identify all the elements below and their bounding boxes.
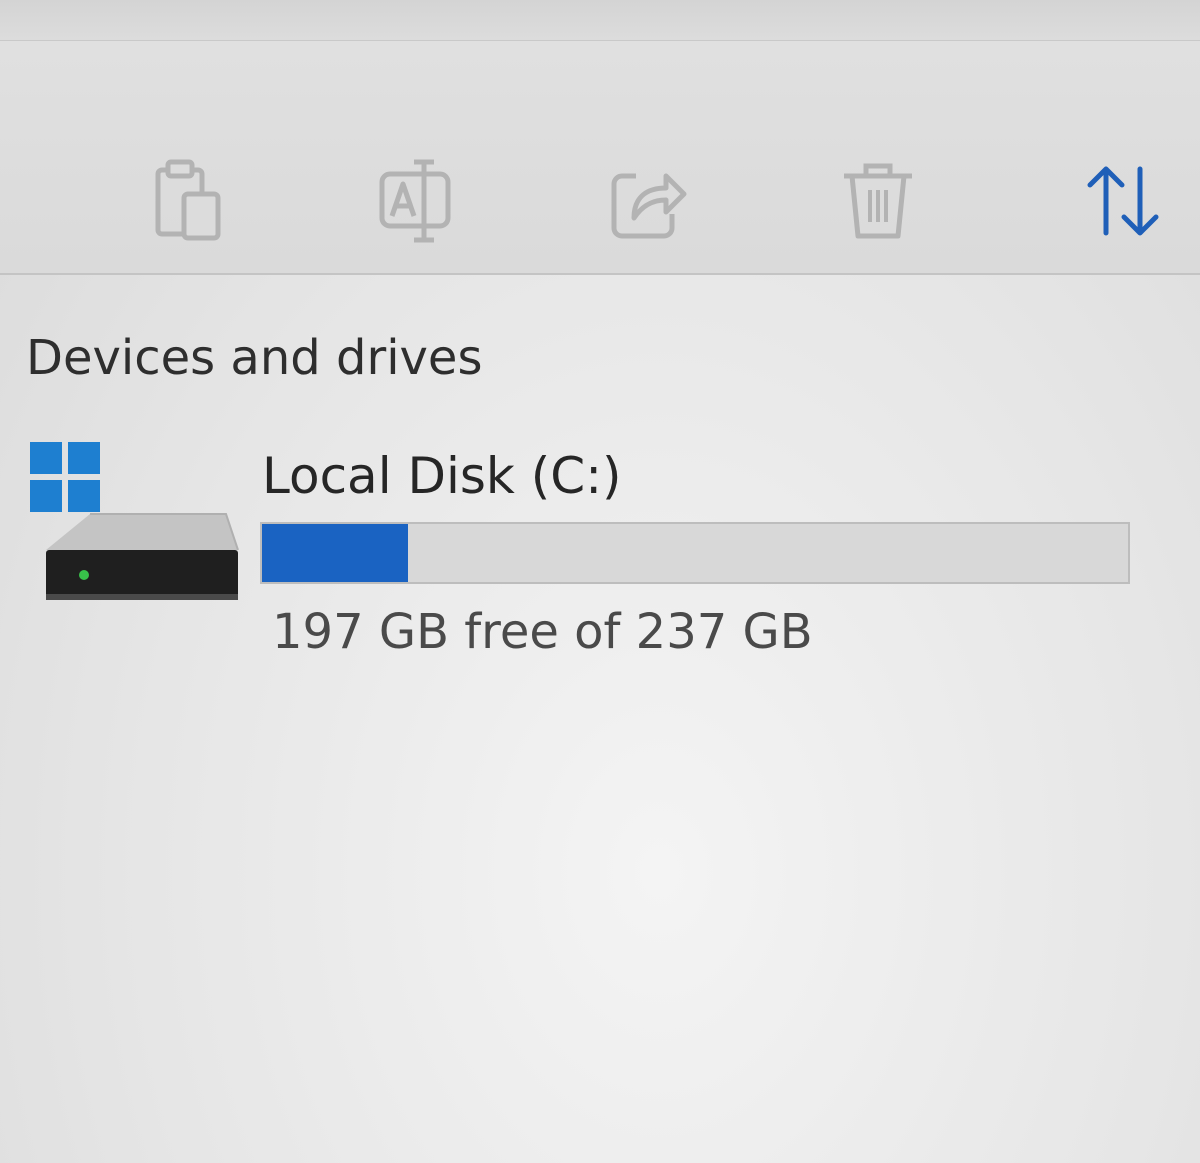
windows-drive-icon: [30, 442, 239, 600]
share-icon: [611, 173, 687, 239]
paste-icon: [155, 159, 221, 241]
sort-icon: [1087, 166, 1159, 236]
drive-item-local-disk-c[interactable]: Local Disk (C:) 197 GB free of 237 GB: [20, 430, 1150, 680]
rename-button[interactable]: [366, 151, 466, 251]
drive-capacity-text: 197 GB free of 237 GB: [272, 604, 813, 660]
drive-usage-fill: [262, 524, 409, 582]
drive-usage-bar: [260, 522, 1130, 584]
section-title-devices-and-drives[interactable]: Devices and drives: [26, 326, 482, 390]
sort-button[interactable]: [1074, 151, 1174, 251]
share-button[interactable]: [596, 151, 696, 251]
paste-button[interactable]: [138, 151, 238, 251]
rename-icon: [379, 159, 451, 243]
trash-icon: [844, 163, 912, 239]
window-top-edge: [0, 0, 1200, 41]
drive-name: Local Disk (C:): [262, 447, 622, 505]
delete-button[interactable]: [828, 151, 928, 251]
command-bar: [0, 41, 1200, 275]
